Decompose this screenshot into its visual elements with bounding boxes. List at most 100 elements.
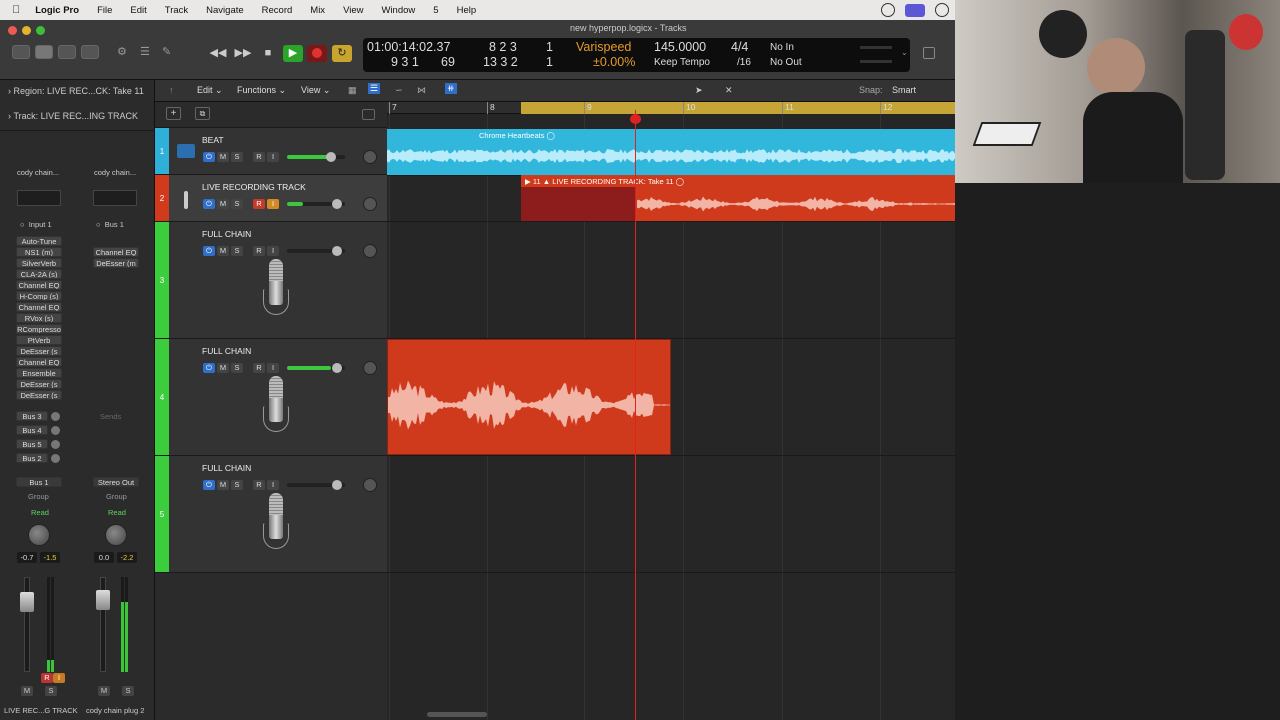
mute-button-right[interactable]: M	[98, 686, 110, 696]
pan-knob[interactable]	[363, 150, 377, 164]
menu-view[interactable]: View	[334, 5, 372, 16]
track-name[interactable]: LIVE RECORDING TRACK	[202, 182, 306, 192]
pan-knob[interactable]	[363, 197, 377, 211]
global-tracks-icon[interactable]	[362, 109, 375, 120]
menu-mix[interactable]: Mix	[301, 5, 334, 16]
channel-name-right[interactable]: cody chain plug 2	[86, 706, 144, 715]
output-slot-right[interactable]: Stereo Out	[93, 477, 139, 487]
plugin-slot-left[interactable]: H-Comp (s)	[16, 291, 62, 301]
plugin-slot-left[interactable]: Channel EQ	[16, 357, 62, 367]
apple-menu-icon[interactable]: 	[0, 4, 26, 16]
group-slot-right[interactable]: Group	[106, 492, 127, 501]
power-icon[interactable]: ⏻	[203, 363, 215, 373]
tempo-value[interactable]: 145.0000	[654, 40, 706, 54]
volume-value-left[interactable]: -0.7	[17, 552, 37, 563]
region-live-recording[interactable]: ▶ 11 ▲ LIVE RECORDING TRACK: Take 11 ◯	[521, 175, 955, 221]
volume-knob[interactable]	[332, 480, 342, 490]
plugin-slot-left[interactable]: Auto-Tune	[16, 236, 62, 246]
rewind-button[interactable]: ◀◀	[208, 45, 228, 62]
smart-controls-icon[interactable]: ⚙	[117, 45, 135, 59]
duplicate-track-icon[interactable]: ⧉	[195, 107, 210, 120]
grid-view-icon[interactable]: ▦	[348, 85, 357, 96]
volume-slider[interactable]	[287, 363, 345, 373]
functions-menu[interactable]: Functions ⌄	[237, 85, 286, 96]
menu-5[interactable]: 5	[424, 5, 447, 16]
region-inspector-header[interactable]: › Region: LIVE REC...CK: Take 11	[8, 86, 144, 96]
plugin-slot-left[interactable]: PtVerb	[16, 335, 62, 345]
track-header[interactable]: 4 FULL CHAIN ⏻ M S R I	[155, 339, 387, 456]
volume-knob[interactable]	[332, 363, 342, 373]
solo-button[interactable]: S	[231, 199, 243, 209]
up-arrow-icon[interactable]: ↑	[169, 85, 174, 95]
volume-slider[interactable]	[287, 152, 345, 162]
eq-thumbnail-right[interactable]	[93, 190, 137, 206]
input-monitor-button[interactable]: I	[267, 480, 279, 490]
plugin-slot-right[interactable]: Channel EQ	[93, 247, 139, 257]
record-enable-button[interactable]: R	[253, 152, 265, 162]
input-monitor-button[interactable]: I	[267, 246, 279, 256]
solo-button-left[interactable]: S	[45, 686, 57, 696]
fader-cap-left[interactable]	[20, 592, 34, 612]
menu-track[interactable]: Track	[156, 5, 197, 16]
app-menu[interactable]: Logic Pro	[26, 5, 88, 16]
automation-mode-left[interactable]: Read	[31, 508, 49, 517]
channel-setting-left[interactable]: cody chain...	[17, 168, 59, 177]
edit-menu[interactable]: Edit ⌄	[197, 85, 223, 96]
plugin-slot-left[interactable]: NS1 (m)	[16, 247, 62, 257]
power-icon[interactable]: ⏻	[203, 152, 215, 162]
list-view-icon[interactable]: ☰	[368, 83, 381, 94]
track-name[interactable]: FULL CHAIN	[202, 463, 251, 473]
minimize-window-icon[interactable]	[22, 26, 31, 35]
record-status-icon[interactable]	[935, 3, 949, 17]
fast-forward-button[interactable]: ▶▶	[233, 45, 253, 62]
track-header[interactable]: 1 BEAT ⏻ M S R I	[155, 128, 387, 175]
record-enable-button[interactable]: R	[253, 363, 265, 373]
arrange-area[interactable]: 7 8 9 10 11 12 Chrome Heartbeats ◯ ▶ 11 ▲ LIV…	[387, 102, 955, 720]
plugin-slot-right[interactable]: DeEsser (m	[93, 258, 139, 268]
plugin-slot-left[interactable]: Channel EQ	[16, 280, 62, 290]
menu-file[interactable]: File	[88, 5, 121, 16]
snap-dropdown[interactable]: Smart	[892, 85, 916, 95]
track-header[interactable]: 3 FULL CHAIN ⏻ M S R I	[155, 222, 387, 339]
scissors-tool-icon[interactable]: ✕	[725, 85, 733, 96]
mute-button[interactable]: M	[217, 199, 229, 209]
solo-button[interactable]: S	[231, 246, 243, 256]
record-enable-button[interactable]: R	[253, 246, 265, 256]
send-level-knob[interactable]	[51, 439, 60, 449]
track-name[interactable]: FULL CHAIN	[202, 229, 251, 239]
input-slot-left[interactable]: ○ Input 1	[20, 220, 52, 229]
menu-navigate[interactable]: Navigate	[197, 5, 253, 16]
bar-ruler[interactable]: 7 8 9 10 11 12	[387, 102, 955, 114]
volume-knob[interactable]	[326, 152, 336, 162]
division[interactable]: /16	[737, 57, 751, 68]
flex-icon[interactable]: ⋈	[417, 85, 426, 96]
volume-slider[interactable]	[287, 246, 345, 256]
volume-knob[interactable]	[332, 246, 342, 256]
library-button[interactable]	[12, 45, 30, 59]
group-slot-left[interactable]: Group	[28, 492, 49, 501]
send-slot-left[interactable]: Bus 4	[16, 424, 60, 436]
pointer-tool-icon[interactable]: ➤	[695, 85, 703, 96]
eq-thumbnail-left[interactable]	[17, 190, 61, 206]
playhead[interactable]	[635, 110, 636, 720]
plugin-slot-left[interactable]: DeEsser (s	[16, 390, 62, 400]
editors-icon[interactable]: ✎	[162, 45, 180, 59]
region-full-chain[interactable]	[387, 339, 671, 455]
solo-button[interactable]: S	[231, 152, 243, 162]
toolbar-button[interactable]	[81, 45, 99, 59]
channel-setting-right[interactable]: cody chain...	[94, 168, 136, 177]
plugin-slot-left[interactable]: RCompresso	[16, 324, 62, 334]
mute-button-left[interactable]: M	[21, 686, 33, 696]
catch-playhead-icon[interactable]: ⧺	[445, 83, 457, 94]
record-enable-button[interactable]: R	[253, 480, 265, 490]
output-slot-left[interactable]: Bus 1	[16, 477, 62, 487]
track-header[interactable]: 2 LIVE RECORDING TRACK ⏻ M S R I	[155, 175, 387, 222]
volume-slider[interactable]	[287, 199, 345, 209]
input-monitor-button[interactable]: I	[267, 363, 279, 373]
track-header[interactable]: 5 FULL CHAIN ⏻ M S R I	[155, 456, 387, 573]
record-button[interactable]	[307, 45, 327, 62]
plugin-slot-left[interactable]: Channel EQ	[16, 302, 62, 312]
pan-knob[interactable]	[363, 478, 377, 492]
solo-button-right[interactable]: S	[122, 686, 134, 696]
plugin-slot-left[interactable]: CLA-2A (s)	[16, 269, 62, 279]
